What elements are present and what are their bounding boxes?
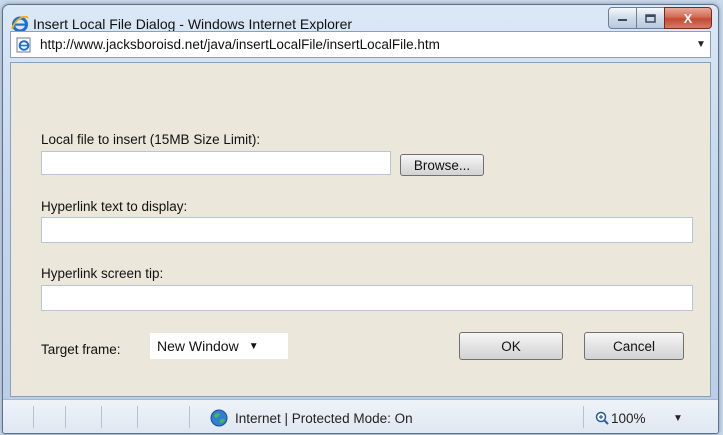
status-segment <box>65 406 102 428</box>
chevron-down-icon: ▼ <box>248 340 259 352</box>
window-controls: X <box>608 7 712 29</box>
hyperlink-text-label: Hyperlink text to display: <box>41 199 188 214</box>
address-dropdown-icon[interactable]: ▼ <box>692 39 710 50</box>
target-frame-label: Target frame: <box>41 342 121 357</box>
cancel-button[interactable]: Cancel <box>584 332 684 360</box>
browser-window: Insert Local File Dialog - Windows Inter… <box>2 4 719 434</box>
dialog-content: Local file to insert (15MB Size Limit): … <box>10 62 711 397</box>
globe-icon <box>210 409 228 427</box>
status-bar: Internet | Protected Mode: On 100% ▼ <box>3 399 718 433</box>
status-segment <box>137 406 190 428</box>
zoom-icon <box>595 411 609 425</box>
target-frame-select[interactable]: New Window ▼ <box>150 333 288 359</box>
maximize-button[interactable] <box>636 7 665 29</box>
status-segment <box>101 406 138 428</box>
window-title: Insert Local File Dialog - Windows Inter… <box>33 16 353 32</box>
close-icon: X <box>683 10 693 26</box>
browse-button[interactable]: Browse... <box>400 154 484 176</box>
address-bar[interactable]: http://www.jacksboroisd.net/java/insertL… <box>10 31 711 58</box>
close-button[interactable]: X <box>664 7 712 29</box>
address-url: http://www.jacksboroisd.net/java/insertL… <box>40 37 440 52</box>
file-input[interactable] <box>41 151 391 175</box>
zoom-dropdown-icon[interactable]: ▼ <box>673 413 683 424</box>
status-segment <box>463 406 584 428</box>
minimize-icon <box>617 19 627 21</box>
security-zone[interactable]: Internet | Protected Mode: On <box>235 411 413 426</box>
hyperlink-text-input[interactable] <box>41 217 693 243</box>
screen-tip-input[interactable] <box>41 285 693 311</box>
target-frame-value: New Window <box>157 338 239 354</box>
maximize-icon <box>645 13 656 23</box>
page-icon <box>16 37 31 52</box>
ok-button[interactable]: OK <box>459 332 563 360</box>
minimize-button[interactable] <box>608 7 637 29</box>
screen-tip-label: Hyperlink screen tip: <box>41 266 164 281</box>
status-segment <box>33 406 66 428</box>
status-segment <box>3 406 34 428</box>
file-label: Local file to insert (15MB Size Limit): <box>41 132 261 147</box>
zoom-level[interactable]: 100% <box>611 411 646 426</box>
